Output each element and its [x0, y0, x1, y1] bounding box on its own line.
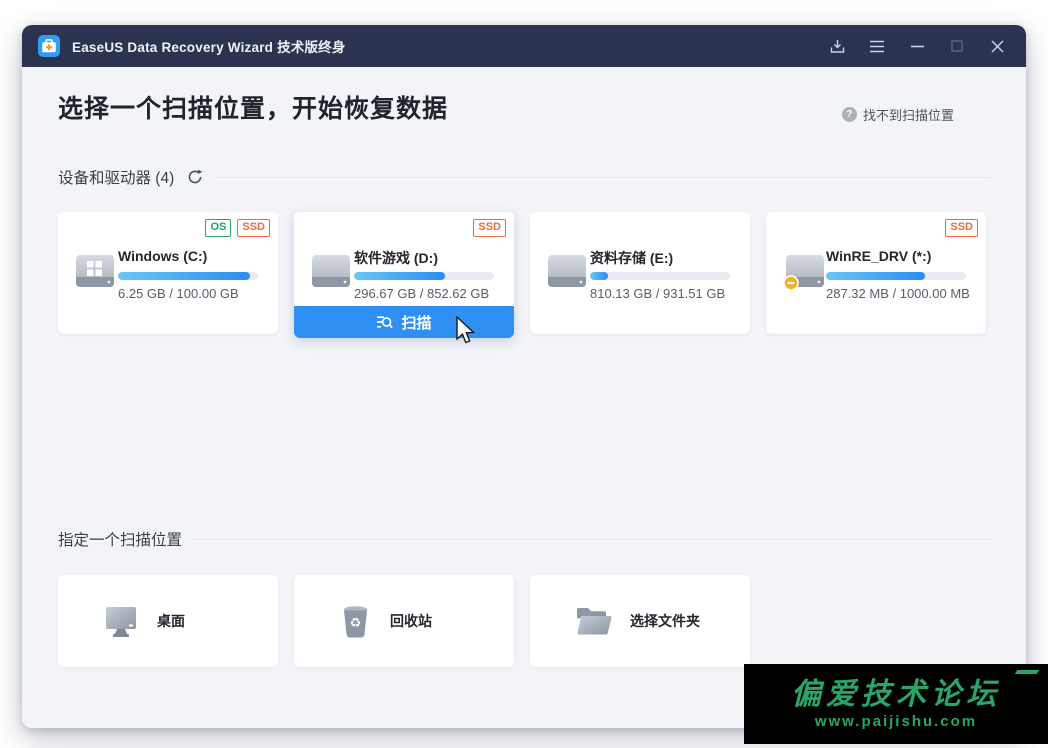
ssd-badge: SSD: [237, 219, 270, 237]
drive-badges: OS SSD: [205, 219, 270, 237]
capacity-bar: [118, 272, 258, 280]
page-title: 选择一个扫描位置，开始恢复数据: [58, 89, 448, 125]
refresh-icon[interactable]: [186, 168, 204, 186]
devices-section-label: 设备和驱动器 (4): [58, 166, 174, 188]
watermark: 偏爱技术论坛 www.paijishu.com: [744, 664, 1048, 744]
drive-capacity: 6.25 GB / 100.00 GB: [118, 286, 239, 301]
ssd-badge: SSD: [945, 219, 978, 237]
menu-icon[interactable]: [862, 32, 892, 60]
minimize-icon[interactable]: [902, 32, 932, 60]
location-card-recycle-bin[interactable]: ♻ 回收站: [294, 575, 514, 667]
capacity-bar: [354, 272, 494, 280]
divider: [216, 177, 990, 178]
scan-button-label: 扫描: [401, 312, 431, 333]
location-card-desktop[interactable]: 桌面: [58, 575, 278, 667]
window-controls: [822, 32, 1012, 60]
location-label: 选择文件夹: [630, 611, 700, 631]
windows-drive-icon: [74, 252, 116, 290]
recycle-bin-icon: ♻: [339, 603, 372, 639]
divider: [194, 539, 990, 540]
drive-name: WinRE_DRV (*:): [826, 248, 931, 264]
scan-button[interactable]: 扫描: [294, 306, 514, 338]
drive-badges: SSD: [473, 219, 506, 237]
help-link-label: 找不到扫描位置: [863, 105, 954, 124]
desktop-icon: [103, 605, 139, 638]
titlebar: EaseUS Data Recovery Wizard 技术版终身: [22, 25, 1026, 67]
help-link[interactable]: ? 找不到扫描位置: [842, 105, 954, 124]
drive-name: Windows (C:): [118, 248, 207, 264]
drive-card-e[interactable]: 资料存储 (E:) 810.13 GB / 931.51 GB: [530, 212, 750, 334]
location-card-choose-folder[interactable]: 选择文件夹: [530, 575, 750, 667]
download-icon[interactable]: [822, 32, 852, 60]
locations-section-header: 指定一个扫描位置: [58, 528, 990, 550]
capacity-bar-fill: [826, 272, 925, 280]
app-window: EaseUS Data Recovery Wizard 技术版终身 选择一个扫描…: [22, 25, 1026, 728]
drive-capacity: 296.67 GB / 852.62 GB: [354, 286, 489, 301]
drive-capacity: 287.32 MB / 1000.00 MB: [826, 286, 970, 301]
main-content: 选择一个扫描位置，开始恢复数据 ? 找不到扫描位置 设备和驱动器 (4) OS …: [22, 67, 1026, 728]
capacity-bar-fill: [354, 272, 445, 280]
drive-name: 资料存储 (E:): [590, 248, 673, 268]
question-circle-icon: ?: [842, 107, 857, 122]
drive-card-c[interactable]: OS SSD Windows (C:) 6.25 GB / 100.00 GB: [58, 212, 278, 334]
drive-badges: SSD: [945, 219, 978, 237]
capacity-bar-fill: [118, 272, 250, 280]
drive-card-d[interactable]: SSD 软件游戏 (D:) 296.67 GB / 852.62 GB: [294, 212, 514, 338]
ssd-badge: SSD: [473, 219, 506, 237]
capacity-bar: [590, 272, 730, 280]
drive-capacity: 810.13 GB / 931.51 GB: [590, 286, 725, 301]
location-label: 桌面: [157, 611, 185, 631]
window-title: EaseUS Data Recovery Wizard 技术版终身: [72, 36, 346, 56]
watermark-url: www.paijishu.com: [815, 713, 977, 730]
drives-row: OS SSD Windows (C:) 6.25 GB / 100.00 GB: [58, 212, 986, 338]
maximize-icon[interactable]: [942, 32, 972, 60]
location-label: 回收站: [390, 611, 432, 631]
drive-card-winre[interactable]: SSD WinRE_DRV (*:) 287.32 MB / 1000.00 M…: [766, 212, 986, 334]
watermark-title: 偏爱技术论坛: [791, 678, 1001, 711]
os-badge: OS: [205, 219, 231, 237]
locations-row: 桌面 ♻ 回收站 选: [58, 575, 750, 667]
close-icon[interactable]: [982, 32, 1012, 60]
folder-icon: [575, 606, 612, 636]
watermark-accent: [1015, 670, 1039, 674]
scan-icon: [376, 314, 393, 331]
drive-name: 软件游戏 (D:): [354, 248, 438, 268]
capacity-bar-fill: [590, 272, 608, 280]
devices-section-header: 设备和驱动器 (4): [58, 166, 990, 188]
app-logo-icon: [38, 35, 60, 57]
svg-text:♻: ♻: [350, 616, 362, 631]
drive-icon: [310, 252, 352, 290]
hidden-drive-icon: [782, 252, 826, 292]
locations-section-label: 指定一个扫描位置: [58, 528, 182, 550]
drive-icon: [546, 252, 588, 290]
capacity-bar: [826, 272, 966, 280]
